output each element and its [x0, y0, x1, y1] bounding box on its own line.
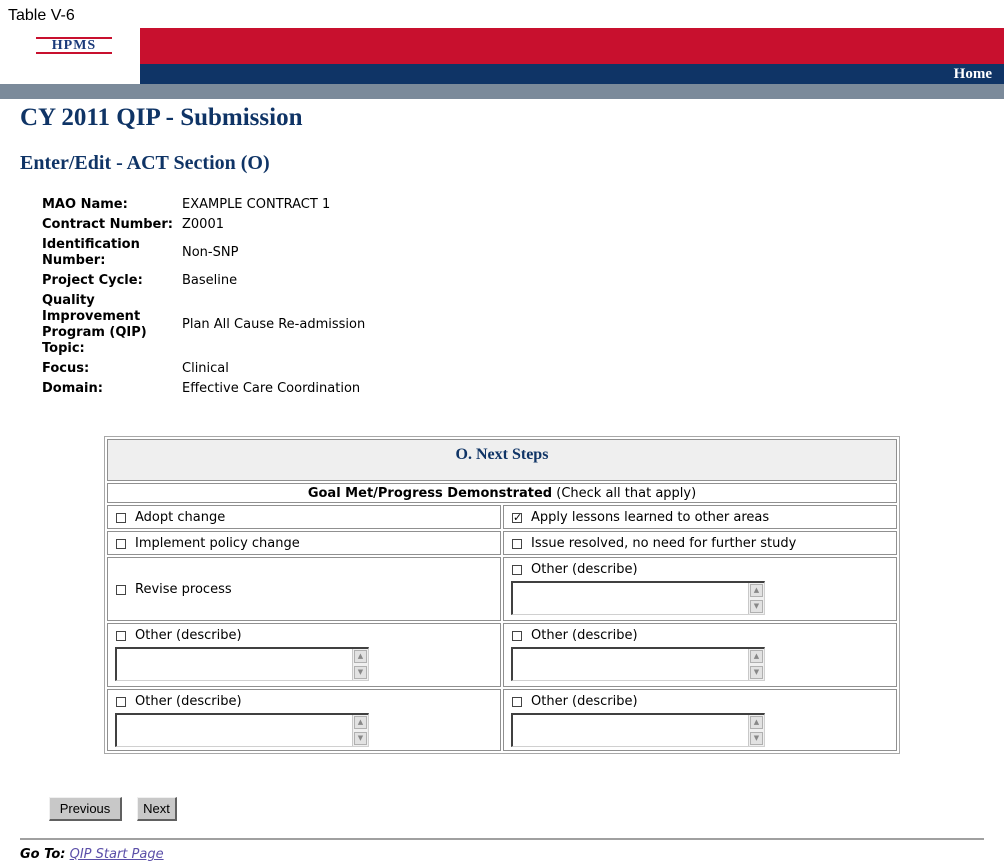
implement-policy-checkbox[interactable] [116, 539, 126, 549]
apply-lessons-label: Apply lessons learned to other areas [531, 510, 770, 525]
focus-value: Clinical [182, 361, 229, 376]
info-row-qip-topic: Quality Improvement Program (QIP) Topic:… [42, 292, 365, 358]
other-2-checkbox[interactable] [116, 631, 126, 641]
qip-start-page-link[interactable]: QIP Start Page [70, 847, 164, 862]
other-2-scrollbar[interactable]: ▲ ▼ [115, 647, 369, 681]
option-cell-other-1: Other (describe) ▲ ▼ [503, 557, 897, 621]
footer-divider [20, 838, 984, 840]
next-steps-table: O. Next Steps Goal Met/Progress Demonstr… [104, 436, 900, 754]
mao-name-label: MAO Name: [42, 197, 128, 212]
other-3-checkbox[interactable] [512, 631, 522, 641]
other-3-scrollbar[interactable]: ▲ ▼ [511, 647, 765, 681]
other-5-checkbox[interactable] [512, 697, 522, 707]
scroll-down-icon[interactable]: ▼ [750, 732, 763, 745]
issue-resolved-checkbox[interactable] [512, 539, 522, 549]
next-steps-heading: O. Next Steps [455, 446, 549, 463]
home-link[interactable]: Home [954, 66, 992, 83]
next-button[interactable]: Next [137, 797, 177, 821]
option-cell-adopt-change: Adopt change [107, 505, 501, 529]
info-row-identification-number: Identification Number: Non-SNP [42, 236, 365, 270]
other-1-checkbox[interactable] [512, 565, 522, 575]
next-steps-header: O. Next Steps [107, 439, 897, 481]
goal-row: Goal Met/Progress Demonstrated (Check al… [107, 483, 897, 503]
option-cell-other-2: Other (describe) ▲ ▼ [107, 623, 501, 687]
header-red-band [140, 28, 1004, 64]
apply-lessons-checkbox[interactable]: ✓ [512, 512, 522, 523]
mao-name-value: EXAMPLE CONTRACT 1 [182, 197, 331, 212]
domain-value: Effective Care Coordination [182, 381, 361, 396]
other-5-scrollbar[interactable]: ▲ ▼ [511, 713, 765, 747]
scroll-up-icon[interactable]: ▲ [354, 716, 367, 729]
project-cycle-value: Baseline [182, 273, 238, 288]
option-cell-other-5: Other (describe) ▲ ▼ [503, 689, 897, 751]
page-title: CY 2011 QIP - Submission [20, 104, 303, 131]
focus-label: Focus: [42, 361, 90, 376]
info-row-domain: Domain: Effective Care Coordination [42, 380, 365, 398]
goal-text: Goal Met/Progress Demonstrated (Check al… [108, 486, 896, 501]
implement-policy-label: Implement policy change [135, 536, 300, 551]
header-navy-band [140, 64, 1004, 84]
scroll-down-icon[interactable]: ▼ [354, 666, 367, 679]
info-row-focus: Focus: Clinical [42, 358, 365, 380]
identification-number-value: Non-SNP [182, 245, 239, 260]
other-4-checkbox[interactable] [116, 697, 126, 707]
goal-note: (Check all that apply) [556, 486, 697, 501]
qip-topic-value: Plan All Cause Re-admission [182, 317, 366, 332]
other-4-scrollbar[interactable]: ▲ ▼ [115, 713, 369, 747]
table-label: Table V-6 [8, 7, 75, 24]
identification-number-label: Identification Number: [42, 237, 140, 268]
other-4-label: Other (describe) [135, 694, 242, 709]
info-row-mao-name: MAO Name: EXAMPLE CONTRACT 1 [42, 196, 365, 214]
contract-number-label: Contract Number: [42, 217, 173, 232]
revise-process-checkbox[interactable] [116, 585, 126, 595]
contract-info: MAO Name: EXAMPLE CONTRACT 1 Contract Nu… [42, 196, 365, 398]
scroll-down-icon[interactable]: ▼ [354, 732, 367, 745]
qip-topic-label: Quality Improvement Program (QIP) Topic: [42, 293, 147, 356]
goto-bar: Go To: QIP Start Page [20, 847, 164, 862]
contract-number-value: Z0001 [182, 217, 224, 232]
adopt-change-checkbox[interactable] [116, 513, 126, 523]
project-cycle-label: Project Cycle: [42, 273, 143, 288]
header-gray-band [0, 84, 1004, 99]
option-cell-other-4: Other (describe) ▲ ▼ [107, 689, 501, 751]
option-cell-issue-resolved: Issue resolved, no need for further stud… [503, 531, 897, 555]
goal-title: Goal Met/Progress Demonstrated [307, 486, 553, 501]
goto-label: Go To: [20, 847, 66, 862]
hpms-logo: HPMS [36, 37, 112, 54]
option-cell-implement-policy: Implement policy change [107, 531, 501, 555]
option-cell-apply-lessons: ✓ Apply lessons learned to other areas [503, 505, 897, 529]
scroll-down-icon[interactable]: ▼ [750, 600, 763, 613]
logo-text: HPMS [51, 38, 97, 53]
previous-button[interactable]: Previous [49, 797, 122, 821]
other-2-label: Other (describe) [135, 628, 242, 643]
issue-resolved-label: Issue resolved, no need for further stud… [531, 536, 797, 551]
info-row-contract-number: Contract Number: Z0001 [42, 214, 365, 236]
revise-process-label: Revise process [135, 582, 232, 597]
other-1-label: Other (describe) [531, 562, 638, 577]
option-cell-other-3: Other (describe) ▲ ▼ [503, 623, 897, 687]
domain-label: Domain: [42, 381, 103, 396]
section-title: Enter/Edit - ACT Section (O) [20, 152, 270, 174]
scroll-up-icon[interactable]: ▲ [354, 650, 367, 663]
scroll-up-icon[interactable]: ▲ [750, 650, 763, 663]
other-1-scrollbar[interactable]: ▲ ▼ [511, 581, 765, 615]
info-row-project-cycle: Project Cycle: Baseline [42, 270, 365, 292]
scroll-down-icon[interactable]: ▼ [750, 666, 763, 679]
other-3-label: Other (describe) [531, 628, 638, 643]
scroll-up-icon[interactable]: ▲ [750, 584, 763, 597]
option-cell-revise-process: Revise process [107, 557, 501, 621]
scroll-up-icon[interactable]: ▲ [750, 716, 763, 729]
other-5-label: Other (describe) [531, 694, 638, 709]
adopt-change-label: Adopt change [135, 510, 226, 525]
